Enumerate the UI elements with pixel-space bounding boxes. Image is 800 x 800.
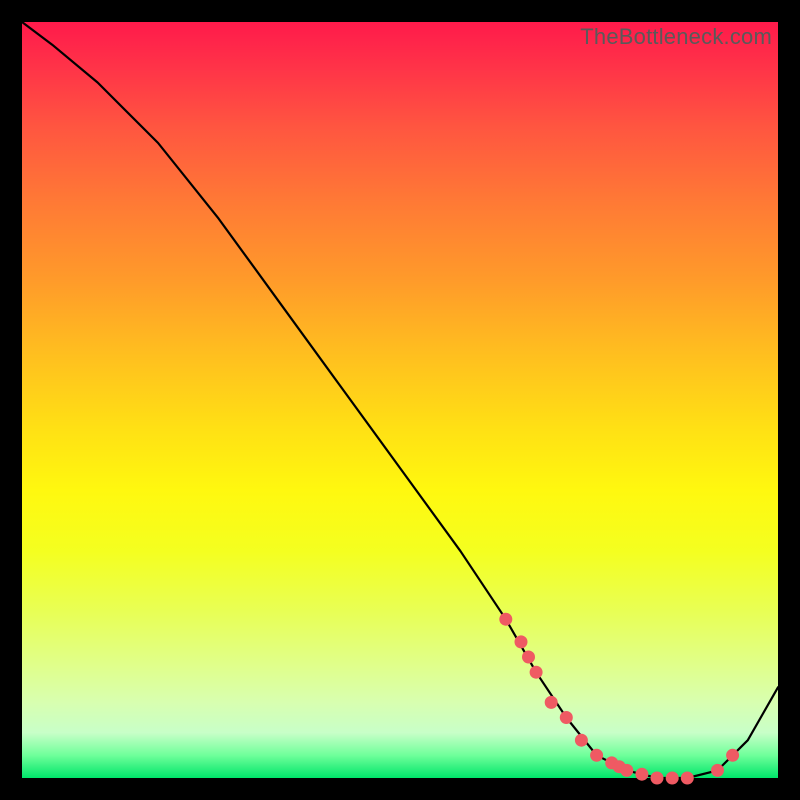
marker-point [523,651,535,663]
highlight-markers [500,613,739,784]
marker-point [500,613,512,625]
marker-point [591,749,603,761]
marker-point [636,768,648,780]
chart-svg [22,22,778,778]
marker-point [621,764,633,776]
marker-point [712,764,724,776]
marker-point [666,772,678,784]
bottleneck-curve [22,22,778,778]
marker-point [727,749,739,761]
marker-point [515,636,527,648]
marker-point [681,772,693,784]
chart-frame: TheBottleneck.com [0,0,800,800]
marker-point [560,712,572,724]
plot-area: TheBottleneck.com [22,22,778,778]
marker-point [575,734,587,746]
marker-point [651,772,663,784]
marker-point [545,696,557,708]
marker-point [530,666,542,678]
